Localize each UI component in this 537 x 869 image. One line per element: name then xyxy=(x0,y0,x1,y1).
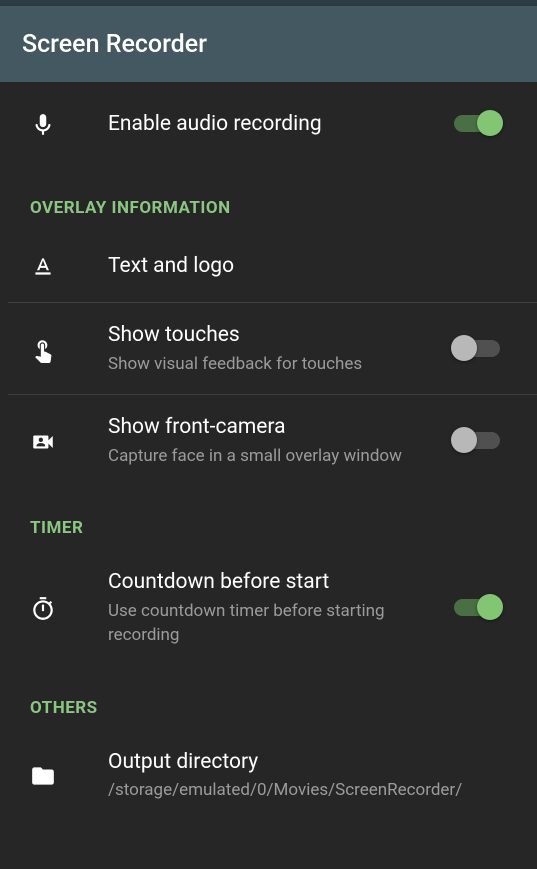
setting-show-front-camera[interactable]: Show front-camera Capture face in a smal… xyxy=(0,395,537,486)
setting-title: Countdown before start xyxy=(108,568,435,596)
touch-icon xyxy=(30,335,108,363)
setting-subtitle: Show visual feedback for touches xyxy=(108,352,435,377)
setting-title: Enable audio recording xyxy=(108,110,435,138)
mic-icon xyxy=(30,110,108,138)
show-touches-toggle[interactable] xyxy=(453,340,501,358)
front-camera-icon xyxy=(30,427,108,455)
setting-subtitle: Capture face in a small overlay window xyxy=(108,444,435,469)
setting-title: Text and logo xyxy=(108,252,495,280)
setting-subtitle: /storage/emulated/0/Movies/ScreenRecorde… xyxy=(108,778,495,803)
countdown-toggle[interactable] xyxy=(453,599,501,617)
setting-subtitle: Use countdown timer before starting reco… xyxy=(108,599,435,648)
audio-toggle[interactable] xyxy=(453,115,501,133)
section-header-overlay: OVERLAY INFORMATION xyxy=(0,166,537,230)
page-title: Screen Recorder xyxy=(22,30,207,59)
timer-icon xyxy=(30,594,108,622)
setting-title: Show touches xyxy=(108,321,435,349)
section-header-others: OTHERS xyxy=(0,666,537,730)
app-bar: Screen Recorder xyxy=(0,6,537,82)
setting-title: Output directory xyxy=(108,748,495,776)
section-header-timer: TIMER xyxy=(0,486,537,550)
setting-enable-audio[interactable]: Enable audio recording xyxy=(0,82,537,166)
folder-icon xyxy=(30,761,108,789)
front-camera-toggle[interactable] xyxy=(453,432,501,450)
setting-show-touches[interactable]: Show touches Show visual feedback for to… xyxy=(0,303,537,394)
text-format-icon xyxy=(30,252,108,280)
setting-title: Show front-camera xyxy=(108,413,435,441)
setting-output-directory[interactable]: Output directory /storage/emulated/0/Mov… xyxy=(0,730,537,821)
setting-text-and-logo[interactable]: Text and logo xyxy=(0,230,537,302)
settings-content: Enable audio recording OVERLAY INFORMATI… xyxy=(0,82,537,821)
setting-countdown[interactable]: Countdown before start Use countdown tim… xyxy=(0,550,537,666)
